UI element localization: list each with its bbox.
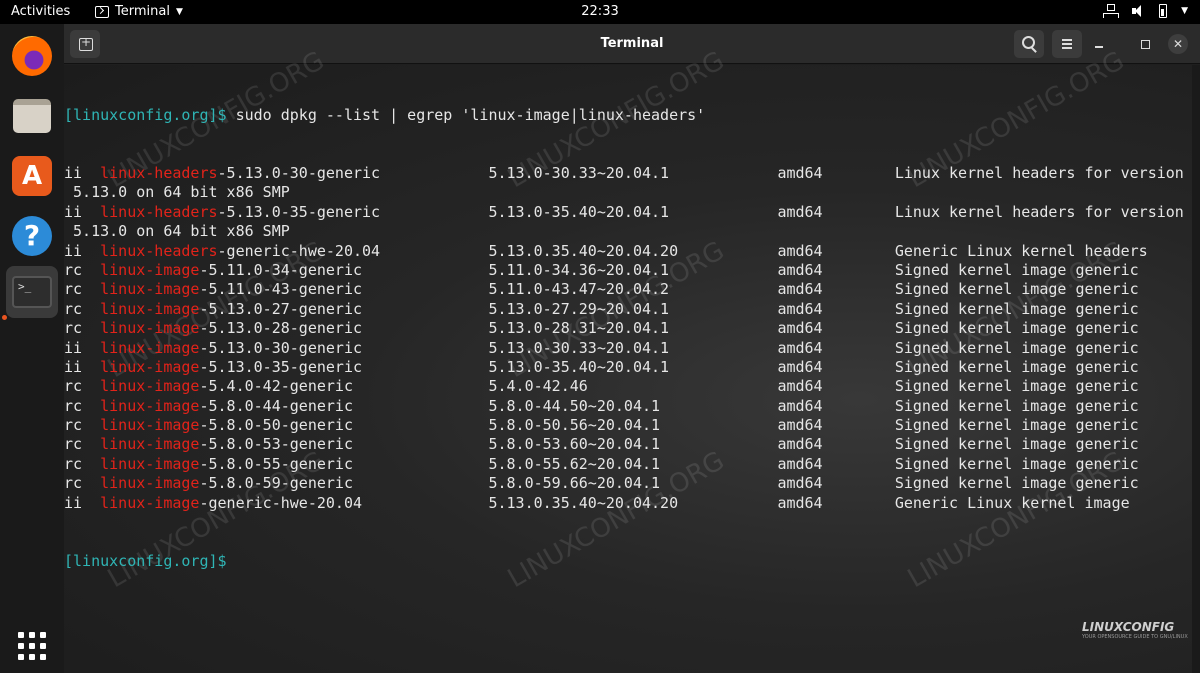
activities-button[interactable]: Activities xyxy=(11,4,70,19)
output-line: 5.13.0 on 64 bit x86 SMP xyxy=(64,222,290,241)
output-line: rc linux-image-5.11.0-34-generic 5.11.0-… xyxy=(64,260,1139,279)
firefox-icon xyxy=(12,36,52,76)
scrollbar[interactable] xyxy=(1192,65,1200,673)
output-line: rc linux-image-5.8.0-44-generic 5.8.0-44… xyxy=(64,396,1139,415)
search-button[interactable] xyxy=(1014,30,1044,58)
output-line: rc linux-image-5.8.0-50-generic 5.8.0-50… xyxy=(64,416,1139,435)
match-highlight: linux-image xyxy=(100,299,200,318)
files-icon xyxy=(13,99,51,133)
match-highlight: linux-image xyxy=(100,377,200,396)
terminal-icon: >_ xyxy=(12,276,52,308)
volume-icon xyxy=(1131,4,1145,18)
match-highlight: linux-image xyxy=(100,454,200,473)
match-highlight: linux-image xyxy=(100,357,200,376)
output-line: rc linux-image-5.8.0-59-generic 5.8.0-59… xyxy=(64,474,1139,493)
terminal-output-area[interactable]: LINUXCONFIG.ORG LINUXCONFIG.ORG LINUXCON… xyxy=(64,46,1200,673)
show-apps-button[interactable] xyxy=(6,620,58,672)
shell-prompt: [linuxconfig.org]$ xyxy=(64,551,227,570)
output-line: ii linux-headers-generic-hwe-20.04 5.13.… xyxy=(64,241,1148,260)
command-text: sudo dpkg --list | egrep 'linux-image|li… xyxy=(226,105,706,124)
terminal-icon xyxy=(95,5,109,18)
dock: A ? >_ xyxy=(0,24,64,673)
app-menu[interactable]: Terminal ▼ xyxy=(95,4,183,19)
system-tray[interactable]: ▼ xyxy=(1103,4,1188,18)
output-line: rc linux-image-5.8.0-55-generic 5.8.0-55… xyxy=(64,454,1139,473)
network-icon xyxy=(1103,4,1120,18)
battery-icon xyxy=(1159,4,1168,18)
output-line: ii linux-headers-5.13.0-30-generic 5.13.… xyxy=(64,164,1184,183)
match-highlight: linux-image xyxy=(100,319,200,338)
chevron-down-icon: ▼ xyxy=(175,6,183,17)
output-line: rc linux-image-5.8.0-53-generic 5.8.0-53… xyxy=(64,435,1139,454)
command-line: [linuxconfig.org]$ sudo dpkg --list | eg… xyxy=(64,106,1184,125)
output-line: rc linux-image-5.13.0-28-generic 5.13.0-… xyxy=(64,319,1139,338)
dock-terminal[interactable]: >_ xyxy=(6,266,58,318)
shell-prompt: [linuxconfig.org]$ xyxy=(64,105,227,124)
help-icon: ? xyxy=(12,216,52,256)
output-line: ii linux-image-5.13.0-30-generic 5.13.0-… xyxy=(64,338,1139,357)
chevron-down-icon: ▼ xyxy=(1181,6,1188,16)
header-bar: Terminal ✕ xyxy=(64,24,1200,64)
match-highlight: linux-image xyxy=(100,280,200,299)
match-highlight: linux-headers xyxy=(100,164,218,183)
output-line: 5.13.0 on 64 bit x86 SMP xyxy=(64,183,290,202)
output-line: ii linux-image-5.13.0-35-generic 5.13.0-… xyxy=(64,357,1139,376)
close-button[interactable]: ✕ xyxy=(1168,34,1188,54)
dock-files[interactable] xyxy=(6,90,58,142)
top-bar: Activities Terminal ▼ 22:33 ▼ xyxy=(0,0,1200,24)
menu-button[interactable] xyxy=(1052,30,1082,58)
match-highlight: linux-image xyxy=(100,435,200,454)
dock-software[interactable]: A xyxy=(6,150,58,202)
final-prompt-line: [linuxconfig.org]$ xyxy=(64,552,1184,571)
minimize-button[interactable] xyxy=(1090,35,1108,53)
match-highlight: linux-image xyxy=(100,474,200,493)
linuxconfig-logo: LINUXCONFIG YOUR OPENSOURCE GUIDE TO GNU… xyxy=(1082,620,1188,640)
terminal-text: [linuxconfig.org]$ sudo dpkg --list | eg… xyxy=(64,67,1184,610)
output-line: ii linux-image-generic-hwe-20.04 5.13.0.… xyxy=(64,493,1130,512)
match-highlight: linux-image xyxy=(100,396,200,415)
terminal-window: Terminal ✕ LINUXCONFIG.ORG LINUXCONFIG.O… xyxy=(64,24,1200,673)
match-highlight: linux-image xyxy=(100,260,200,279)
apps-grid-icon xyxy=(18,632,46,660)
app-menu-label: Terminal xyxy=(115,4,170,19)
dock-firefox[interactable] xyxy=(6,30,58,82)
match-highlight: linux-image xyxy=(100,338,200,357)
match-highlight: linux-headers xyxy=(100,202,218,221)
maximize-button[interactable] xyxy=(1136,35,1154,53)
software-icon: A xyxy=(12,156,52,196)
running-indicator xyxy=(2,315,7,320)
dock-help[interactable]: ? xyxy=(6,210,58,262)
output-line: rc linux-image-5.11.0-43-generic 5.11.0-… xyxy=(64,280,1139,299)
output-line: rc linux-image-5.13.0-27-generic 5.13.0-… xyxy=(64,299,1139,318)
match-highlight: linux-headers xyxy=(100,241,218,260)
match-highlight: linux-image xyxy=(100,493,200,512)
output-line: ii linux-headers-5.13.0-35-generic 5.13.… xyxy=(64,202,1184,221)
clock[interactable]: 22:33 xyxy=(581,4,618,19)
match-highlight: linux-image xyxy=(100,416,200,435)
output-line: rc linux-image-5.4.0-42-generic 5.4.0-42… xyxy=(64,377,1139,396)
